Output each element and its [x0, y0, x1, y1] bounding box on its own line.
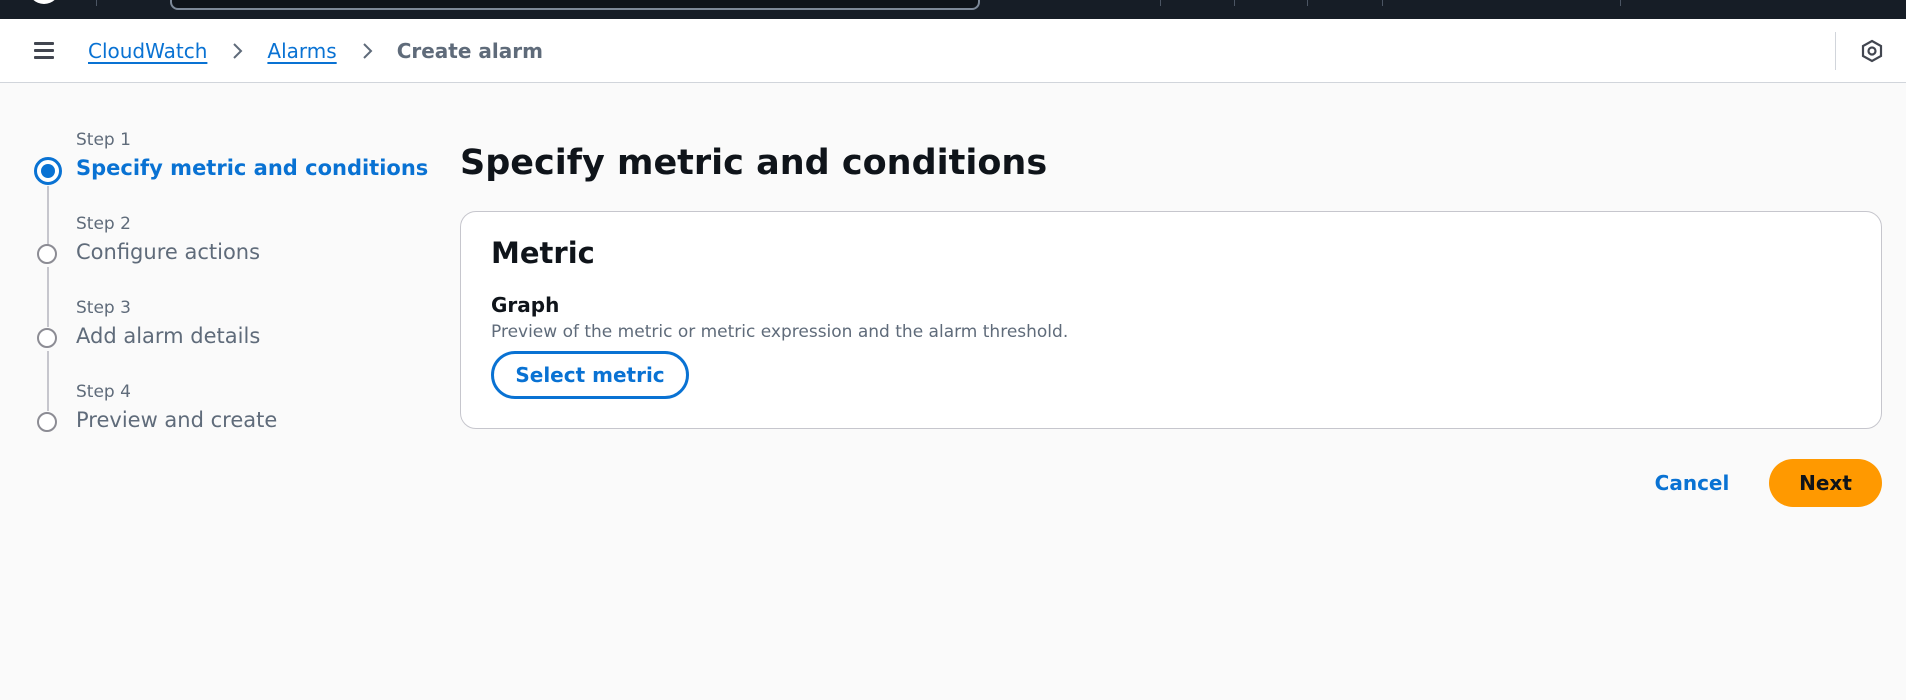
breadcrumb-link-alarms[interactable]: Alarms — [267, 39, 336, 63]
nav-divider — [1307, 0, 1308, 6]
step-title: Preview and create — [76, 408, 278, 432]
select-metric-button[interactable]: Select metric — [491, 351, 689, 399]
wizard-steps: Step 1 Specify metric and conditions Ste… — [34, 130, 434, 466]
metric-container: Metric Graph Preview of the metric or me… — [460, 211, 1882, 429]
wizard-step-4: Step 4 Preview and create — [34, 382, 434, 466]
wizard-step-2: Step 2 Configure actions — [34, 214, 434, 327]
graph-label: Graph — [491, 293, 560, 317]
next-button[interactable]: Next — [1769, 459, 1882, 507]
header-divider — [1835, 32, 1836, 70]
breadcrumb-link-cloudwatch[interactable]: CloudWatch — [88, 39, 207, 63]
wizard-step-3: Step 3 Add alarm details — [34, 298, 434, 411]
step-active-indicator-icon — [34, 157, 62, 185]
hamburger-menu-icon[interactable] — [32, 41, 56, 61]
nav-divider — [1234, 0, 1235, 6]
page-title: Specify metric and conditions — [460, 143, 1048, 183]
cancel-button[interactable]: Cancel — [1640, 459, 1744, 507]
nav-divider — [96, 0, 97, 6]
step-number: Step 4 — [76, 382, 131, 402]
aws-logo[interactable] — [28, 0, 60, 4]
chevron-right-icon — [362, 43, 373, 59]
wizard-step-1[interactable]: Step 1 Specify metric and conditions — [34, 130, 434, 246]
chevron-right-icon — [233, 43, 243, 59]
step-number: Step 3 — [76, 298, 131, 318]
step-number: Step 2 — [76, 214, 131, 234]
graph-description: Preview of the metric or metric expressi… — [491, 322, 1069, 342]
global-search-input[interactable] — [170, 0, 980, 10]
step-title: Add alarm details — [76, 324, 261, 348]
step-pending-indicator-icon — [37, 328, 57, 348]
nav-divider — [1160, 0, 1161, 6]
breadcrumb-current-page: Create alarm — [396, 39, 543, 63]
nav-divider — [1382, 0, 1383, 6]
breadcrumb: CloudWatch Alarms Create alarm — [88, 38, 543, 64]
step-title: Configure actions — [76, 240, 261, 264]
step-pending-indicator-icon — [37, 244, 57, 264]
step-pending-indicator-icon — [37, 412, 57, 432]
nav-divider — [1620, 0, 1621, 6]
breadcrumb-header: CloudWatch Alarms Create alarm — [0, 19, 1906, 83]
metric-card-title: Metric — [491, 236, 595, 270]
settings-hexagon-icon[interactable] — [1860, 39, 1884, 63]
step-number: Step 1 — [76, 130, 131, 150]
top-navigation-bar — [0, 0, 1906, 19]
step-title[interactable]: Specify metric and conditions — [76, 156, 428, 180]
